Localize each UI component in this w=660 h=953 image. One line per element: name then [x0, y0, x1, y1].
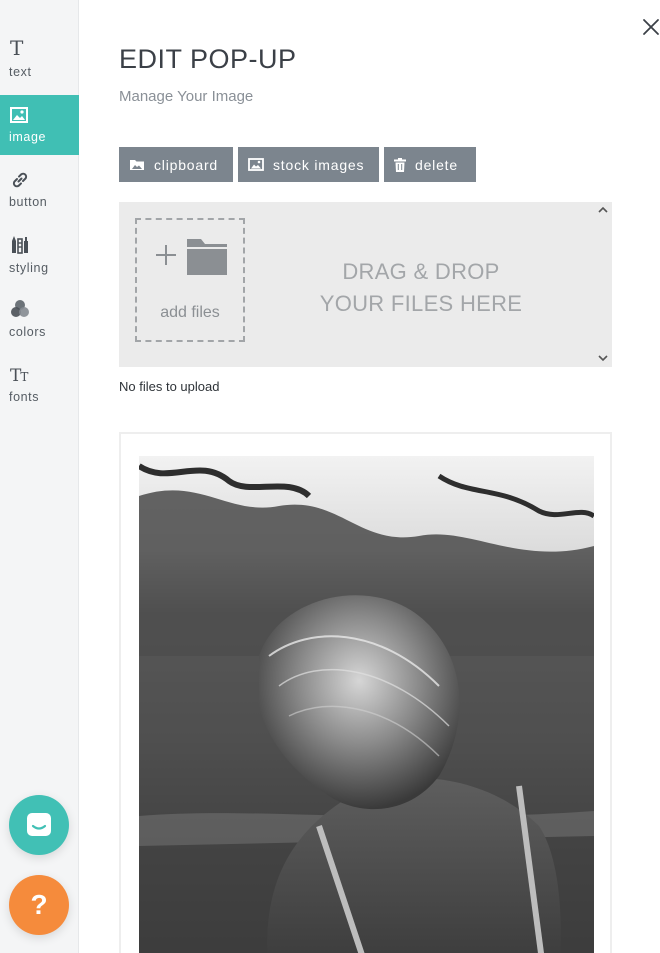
chat-button[interactable] — [9, 795, 69, 855]
scroll-up-icon[interactable] — [597, 205, 609, 215]
sidebar-item-image[interactable]: image — [0, 95, 79, 155]
font-size-icon: TT — [10, 365, 28, 386]
drag-drop-text: DRAG & DROP YOUR FILES HERE — [309, 256, 533, 320]
close-button[interactable] — [640, 16, 660, 38]
editor-app: T text image button styling colors TT fo… — [0, 0, 660, 953]
image-icon — [248, 158, 264, 171]
sidebar-item-label: styling — [9, 261, 49, 275]
link-icon — [10, 170, 32, 190]
add-files-label: add files — [160, 304, 220, 321]
sidebar-item-styling[interactable]: styling — [0, 225, 79, 287]
chat-icon — [27, 813, 51, 836]
sidebar-item-label: text — [9, 65, 32, 79]
color-circles-icon — [10, 299, 32, 319]
plus-icon — [156, 245, 176, 265]
sidebar-item-label: button — [9, 195, 48, 209]
clipboard-button[interactable]: clipboard — [119, 147, 233, 182]
sidebar-item-label: image — [9, 130, 47, 144]
page-subtitle: Manage Your Image — [119, 88, 254, 105]
image-icon — [10, 105, 32, 125]
folder-image-icon — [129, 158, 145, 171]
sidebar-item-label: fonts — [9, 390, 40, 404]
sidebar-item-button[interactable]: button — [0, 160, 79, 222]
image-preview — [119, 432, 612, 953]
file-dropzone[interactable]: add files DRAG & DROP YOUR FILES HERE — [119, 202, 612, 367]
stock-images-button[interactable]: stock images — [238, 147, 379, 182]
upload-status: No files to upload — [119, 379, 220, 394]
help-label: ? — [30, 889, 48, 920]
add-files-button[interactable]: add files — [135, 218, 245, 342]
drag-drop-line: DRAG & DROP — [342, 259, 500, 284]
help-button[interactable]: ? — [9, 875, 69, 935]
drag-drop-line: YOUR FILES HERE — [319, 291, 523, 316]
scroll-down-icon[interactable] — [597, 353, 609, 363]
stock-images-label: stock images — [273, 156, 365, 173]
delete-label: delete — [415, 156, 458, 173]
paint-tools-icon — [10, 235, 32, 255]
clipboard-label: clipboard — [154, 156, 219, 173]
trash-icon — [394, 157, 406, 172]
sidebar-item-text[interactable]: T text — [0, 30, 79, 92]
page-title: EDIT POP-UP — [119, 44, 297, 74]
close-icon — [643, 19, 659, 35]
sidebar: T text image button styling colors TT fo… — [0, 0, 79, 953]
sidebar-item-fonts[interactable]: TT fonts — [0, 355, 79, 417]
preview-photo — [139, 456, 594, 953]
delete-button[interactable]: delete — [384, 147, 476, 182]
folder-icon — [187, 239, 227, 275]
sidebar-item-colors[interactable]: colors — [0, 290, 79, 352]
sidebar-item-label: colors — [9, 325, 46, 339]
text-icon: T — [10, 36, 24, 60]
